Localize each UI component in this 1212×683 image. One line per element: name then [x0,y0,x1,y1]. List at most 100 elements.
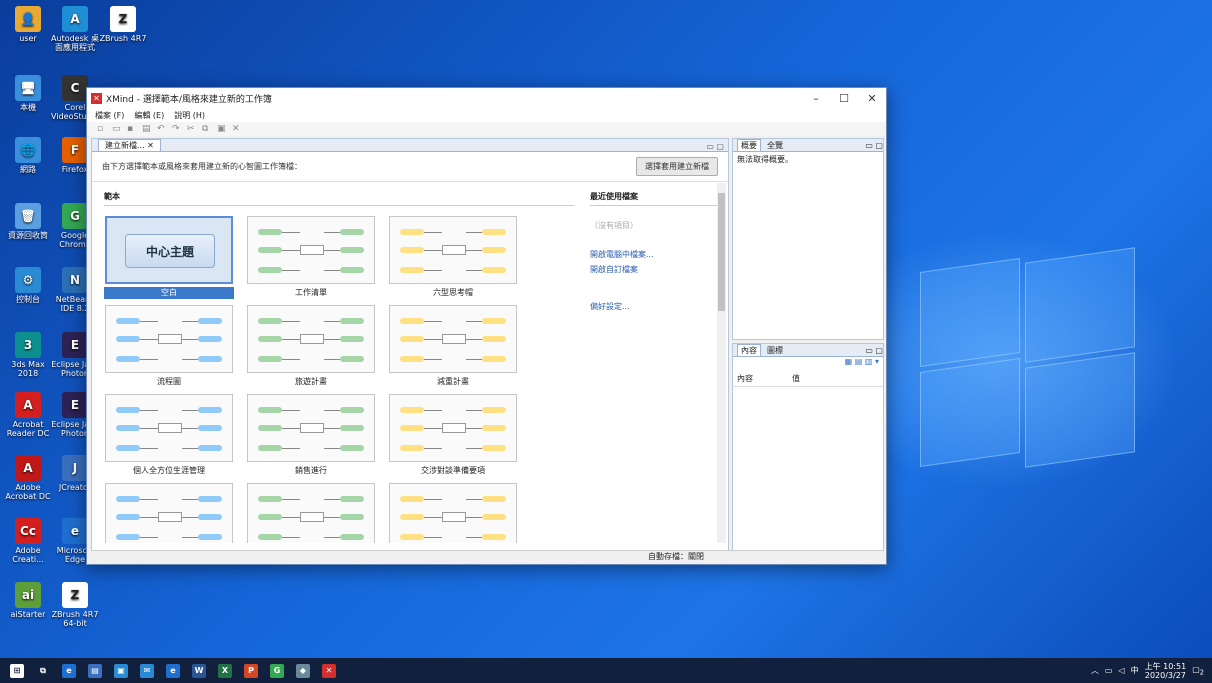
clock-time: 上午 10:51 [1144,661,1187,671]
template-card[interactable]: 旅遊計畫 [246,305,376,388]
menu-file[interactable]: 檔案 (F) [95,110,124,121]
ie-icon[interactable]: e [62,663,76,678]
tab-markers[interactable]: 圖標 [767,345,783,356]
desktop-icon-label: user [19,34,37,43]
network-icon[interactable]: ▭ [1105,666,1113,675]
maximize-icon[interactable]: ☐ [830,92,858,105]
minimize-icon[interactable]: – [802,92,830,105]
template-card[interactable]: 減重計畫 [388,305,518,388]
tab-properties[interactable]: 內容 [737,344,761,356]
desktop-icon[interactable]: 🌐 網路 [4,137,52,174]
copy-icon[interactable]: ⧉ [202,124,211,134]
xmind-window: ✕ XMind - 選擇範本/風格來建立新的工作簿 – ☐ ✕ 檔案 (F) 編… [86,87,887,565]
apply-template-button[interactable]: 選擇套用建立新檔 [636,157,718,176]
template-card[interactable]: 六型思考帽 [388,216,518,299]
app-icon: N [62,267,88,293]
template-card[interactable]: 個人全方位生涯管理 [104,394,234,477]
desktop-icon[interactable]: Cc Adobe Creati... [4,518,52,564]
save-icon[interactable]: ▪ [127,124,136,134]
template-card[interactable]: 交涉對談準備要項 [388,394,518,477]
paste-icon[interactable]: ▣ [217,124,226,134]
template-thumbnail [389,216,517,284]
desktop-icon[interactable]: ai aiStarter [4,582,52,619]
desktop-icon[interactable]: 🗑 資源回收筒 [4,203,52,240]
outline-message: 無法取得概要。 [737,155,793,164]
desktop-icon[interactable]: Z ZBrush 4R7 [99,6,147,43]
minimize-pane-icon[interactable]: ▭ ▢ [706,142,724,151]
tab-outline[interactable]: 概要 [737,139,761,151]
templates-header: 範本 [104,191,574,206]
open-custom-file-link[interactable]: 開啟自訂檔案 [590,264,718,275]
clock[interactable]: 上午 10:51 2020/3/27 [1145,662,1187,680]
xmind-taskbar-icon[interactable]: ✕ [322,663,336,678]
volume-icon[interactable]: ◁ [1118,666,1124,675]
minimize-pane-icon[interactable]: ▭ ▢ [865,346,883,355]
template-card[interactable]: 中心主題 空白 [104,216,234,299]
app-icon: A [15,455,41,481]
desktop-icon[interactable]: 👤 user [4,6,52,43]
template-label: 交涉對談準備要項 [421,466,485,475]
desktop-icon[interactable]: 🖥 本機 [4,75,52,112]
template-thumbnail [389,483,517,543]
new-file-icon[interactable]: ▫ [97,124,106,134]
delete-icon[interactable]: ✕ [232,124,241,134]
word-icon[interactable]: W [192,663,206,678]
title-bar[interactable]: ✕ XMind - 選擇範本/風格來建立新的工作簿 – ☐ ✕ [87,88,886,108]
tab-new-file-label: 建立新檔... [105,141,145,150]
template-card[interactable] [388,483,518,543]
recent-empty: （沒有項目） [590,221,638,230]
ime-indicator[interactable]: 中 [1131,665,1139,676]
edge-icon[interactable]: e [166,663,180,678]
preferences-link[interactable]: 偏好設定... [590,301,718,312]
template-content: 範本 中心主題 空白 工作清單 六型思考帽流程圖 旅遊計畫減重計畫個人全方位生涯管理 銷售… [92,183,728,543]
clock-date: 2020/3/27 [1144,670,1186,680]
desktop-icon[interactable]: A Autodesk 桌面應用程式 [51,6,99,52]
autosave-status: 自動存檔：關閉 [648,552,704,561]
template-card[interactable] [246,483,376,543]
desktop-icon[interactable]: ⚙ 控制台 [4,267,52,304]
outline-panel: 概要 全覽 ▭ ▢ 無法取得概要。 [732,138,884,340]
template-thumbnail [247,483,375,543]
task-view-icon[interactable]: ⧉ [36,664,50,678]
undo-icon[interactable]: ↶ [157,124,166,134]
app-icon: e [62,518,88,544]
start-icon[interactable]: ⊞ [10,663,24,678]
app-icon: 🗑 [15,203,41,229]
tab-new-file[interactable]: 建立新檔... ✕ [98,139,161,151]
close-icon[interactable]: ✕ [858,92,886,105]
minimize-pane-icon[interactable]: ▭ ▢ [865,141,883,150]
desktop-icon[interactable]: A Adobe Acrobat DC [4,455,52,501]
file-explorer-icon[interactable]: ▤ [88,663,102,678]
template-label: 減重計畫 [437,377,469,386]
scrollbar-thumb[interactable] [718,193,725,311]
powerpoint-icon[interactable]: P [244,663,258,678]
tab-overview[interactable]: 全覽 [767,140,783,151]
app-icon[interactable]: ◆ [296,663,310,678]
template-card[interactable] [104,483,234,543]
menu-bar: 檔案 (F) 編輯 (E) 說明 (H) [87,108,886,122]
excel-icon[interactable]: X [218,663,232,678]
menu-help[interactable]: 說明 (H) [174,110,205,121]
desktop-icon[interactable]: A Acrobat Reader DC [4,392,52,438]
menu-edit[interactable]: 編輯 (E) [134,110,164,121]
print-icon[interactable]: ▤ [142,124,151,134]
store-icon[interactable]: ▣ [114,663,128,678]
chrome-icon[interactable]: G [270,663,284,678]
desktop-icon[interactable]: 3 3ds Max 2018 [4,332,52,378]
vertical-scrollbar[interactable] [717,183,726,543]
template-thumbnail [247,216,375,284]
open-folder-icon[interactable]: ▭ [112,124,121,134]
template-card[interactable]: 銷售進行 [246,394,376,477]
chevron-up-icon[interactable]: ︿ [1091,665,1099,676]
template-card[interactable]: 工作清單 [246,216,376,299]
notification-icon[interactable]: ▢2 [1192,665,1204,677]
template-thumbnail: 中心主題 [105,216,233,284]
desktop-icon[interactable]: Z ZBrush 4R7 64-bit [51,582,99,628]
template-card[interactable]: 流程圖 [104,305,234,388]
desktop-icon-label: Adobe Acrobat DC [5,483,51,501]
redo-icon[interactable]: ↷ [172,124,181,134]
template-grid: 中心主題 空白 工作清單 六型思考帽流程圖 旅遊計畫減重計畫個人全方位生涯管理 銷售進行交… [104,216,574,543]
open-local-file-link[interactable]: 開啟電腦中檔案... [590,249,718,260]
cut-icon[interactable]: ✂ [187,124,196,134]
mail-icon[interactable]: ✉ [140,663,154,678]
